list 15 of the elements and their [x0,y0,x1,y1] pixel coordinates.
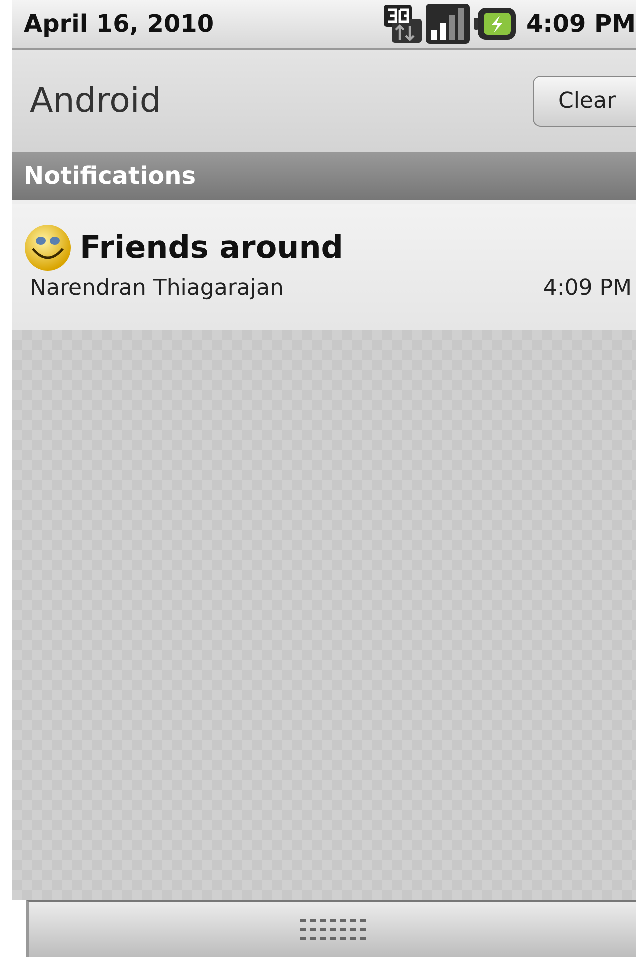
smiley-icon [24,224,72,272]
drawer-handle[interactable] [26,900,636,957]
clear-button[interactable]: Clear [533,76,636,126]
notification-sender: Narendran Thiagarajan [30,276,284,301]
battery-charging-icon [474,8,516,40]
notification-item[interactable]: Friends around Narendran Thiagarajan 4:09 PM [12,200,636,330]
status-date: April 16, 2010 [24,10,216,38]
notification-time: 4:09 PM [543,276,632,301]
network-3g-icon [384,5,422,43]
notification-title: Friends around [80,230,344,266]
app-title: Android [29,81,162,121]
section-title: Notifications [24,162,196,190]
grip-icon [300,918,366,940]
signal-icon [426,4,470,44]
status-time: 4:09 PM [526,10,636,38]
